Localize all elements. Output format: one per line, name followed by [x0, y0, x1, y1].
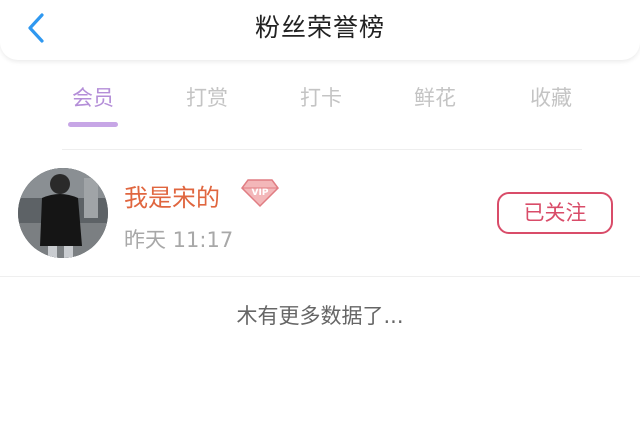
- no-more-data-text: 木有更多数据了...: [236, 304, 404, 328]
- divider: [62, 149, 582, 150]
- vip-badge-text: VIP: [252, 188, 269, 198]
- vip-diamond-icon: VIP: [240, 178, 280, 208]
- follow-time: 昨天 11:17: [124, 228, 234, 252]
- divider: [0, 276, 640, 277]
- tab-tips[interactable]: 打赏: [162, 82, 252, 112]
- avatar[interactable]: [18, 168, 108, 258]
- list-item[interactable]: 我是宋的 VIP 昨天 11:17 已关注: [0, 160, 640, 270]
- top-bar: 粉丝荣誉榜: [0, 0, 640, 60]
- user-name[interactable]: 我是宋的: [124, 178, 220, 213]
- page-title: 粉丝荣誉榜: [254, 13, 385, 42]
- tab-favorites[interactable]: 收藏: [506, 82, 596, 112]
- tab-members[interactable]: 会员: [48, 82, 138, 112]
- followed-button[interactable]: 已关注: [497, 192, 613, 234]
- tab-checkin[interactable]: 打卡: [276, 82, 366, 112]
- tab-flowers[interactable]: 鲜花: [390, 82, 480, 112]
- tab-bar: 会员 打赏 打卡 鲜花 收藏: [0, 70, 640, 140]
- active-tab-indicator: [68, 122, 118, 127]
